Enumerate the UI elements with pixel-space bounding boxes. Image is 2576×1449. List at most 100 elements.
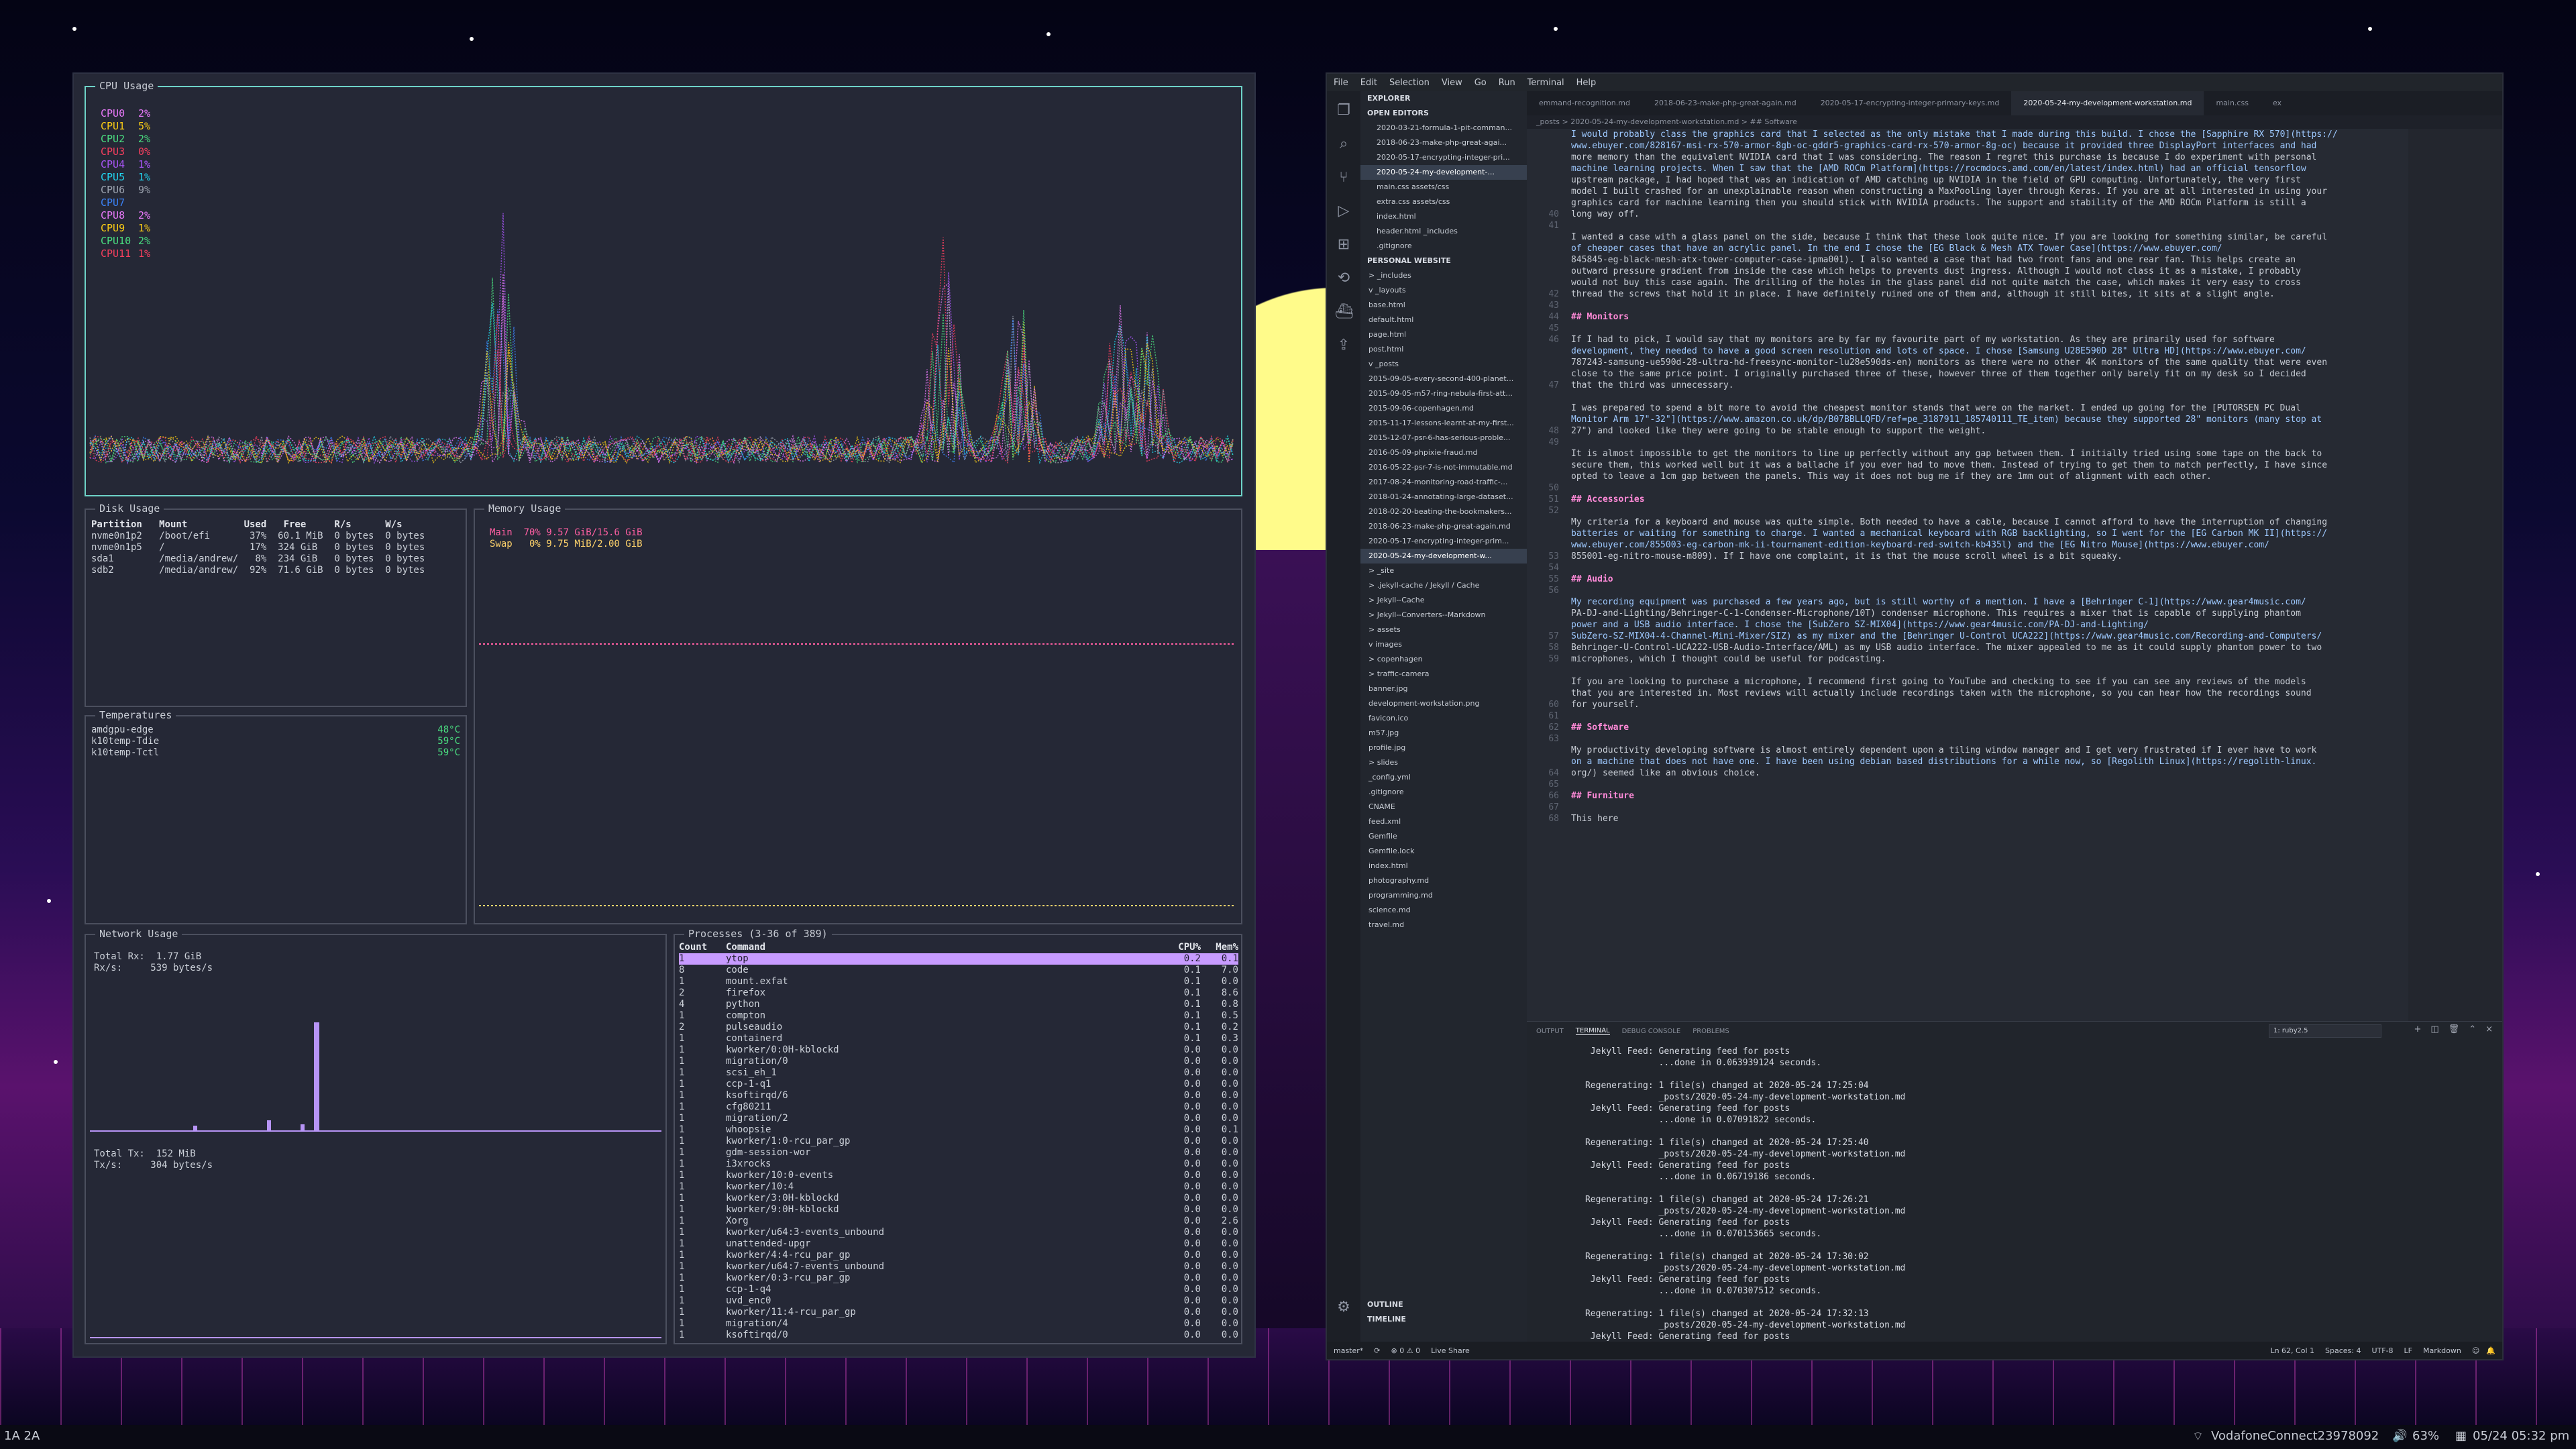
breadcrumb[interactable]: _posts > 2020-05-24-my-development-works… bbox=[1527, 115, 2502, 129]
menu-file[interactable]: File bbox=[1334, 78, 1348, 88]
process-row[interactable]: 1 kworker/u64:7-events_unbound 0.0 0.0 bbox=[679, 1261, 1238, 1273]
trash-icon[interactable]: 🗑 bbox=[2449, 1024, 2460, 1034]
process-row[interactable]: 1 whoopsie 0.0 0.1 bbox=[679, 1124, 1238, 1136]
open-editor-item[interactable]: .gitignore bbox=[1360, 239, 1527, 254]
panel-tab-problems[interactable]: PROBLEMS bbox=[1693, 1028, 1729, 1035]
extensions-icon[interactable]: ⊞ bbox=[1335, 236, 1352, 254]
open-editor-item[interactable]: extra.css assets/css bbox=[1360, 195, 1527, 209]
process-row[interactable]: 1 ksoftirqd/6 0.0 0.0 bbox=[679, 1090, 1238, 1102]
file-tree-item[interactable]: 2016-05-22-psr-7-is-not-immutable.md bbox=[1360, 460, 1527, 475]
process-row[interactable]: 1 scsi_eh_1 0.0 0.0 bbox=[679, 1067, 1238, 1079]
process-row[interactable]: 2 firefox 0.1 8.6 bbox=[679, 987, 1238, 999]
file-tree-item[interactable]: > assets bbox=[1360, 623, 1527, 637]
menu-help[interactable]: Help bbox=[1576, 78, 1597, 88]
process-row[interactable]: 1 kworker/0:0H-kblockd 0.0 0.0 bbox=[679, 1044, 1238, 1056]
file-tree-item[interactable]: 2015-09-05-every-second-400-planet... bbox=[1360, 372, 1527, 386]
editor-tab[interactable]: emmand-recognition.md bbox=[1527, 91, 1642, 115]
file-tree-item[interactable]: 2015-11-17-lessons-learnt-at-my-first... bbox=[1360, 416, 1527, 431]
new-terminal-icon[interactable]: + bbox=[2414, 1024, 2421, 1034]
process-row[interactable]: 1 ytop 0.2 0.1 bbox=[679, 953, 1238, 965]
process-row[interactable]: 1 ccp-1-q1 0.0 0.0 bbox=[679, 1079, 1238, 1090]
status-item[interactable]: Markdown bbox=[2423, 1346, 2461, 1355]
settings-gear-icon[interactable]: ⚙ bbox=[1335, 1299, 1352, 1316]
open-editor-item[interactable]: index.html bbox=[1360, 209, 1527, 224]
file-tree-item[interactable]: programming.md bbox=[1360, 888, 1527, 903]
open-editor-item[interactable]: main.css assets/css bbox=[1360, 180, 1527, 195]
docker-icon[interactable]: ⛴ bbox=[1335, 303, 1354, 321]
menu-selection[interactable]: Selection bbox=[1389, 78, 1430, 88]
process-row[interactable]: 1 kworker/u64:3-events_unbound 0.0 0.0 bbox=[679, 1227, 1238, 1238]
file-tree-item[interactable]: 2015-12-07-psr-6-has-serious-proble... bbox=[1360, 431, 1527, 445]
file-tree-item[interactable]: default.html bbox=[1360, 313, 1527, 327]
wifi-network[interactable]: VodafoneConnect23978092 bbox=[2211, 1429, 2379, 1443]
status-item[interactable]: UTF-8 bbox=[2371, 1346, 2393, 1355]
minimap[interactable] bbox=[2408, 129, 2502, 1021]
open-editor-item[interactable]: header.html _includes bbox=[1360, 224, 1527, 239]
file-tree-item[interactable]: favicon.ico bbox=[1360, 711, 1527, 726]
menu-go[interactable]: Go bbox=[1474, 78, 1487, 88]
process-row[interactable]: 8 code 0.1 7.0 bbox=[679, 965, 1238, 976]
notifications-bell-icon[interactable]: 🔔 bbox=[2486, 1346, 2496, 1355]
file-tree-item[interactable]: 2016-05-09-phpixie-fraud.md bbox=[1360, 445, 1527, 460]
panel-tab-output[interactable]: OUTPUT bbox=[1536, 1028, 1564, 1035]
workspace-indicator[interactable]: 1A 2A bbox=[4, 1429, 40, 1443]
menu-run[interactable]: Run bbox=[1499, 78, 1515, 88]
process-row[interactable]: 1 uvd_enc0 0.0 0.0 bbox=[679, 1295, 1238, 1307]
process-row[interactable]: 1 migration/4 0.0 0.0 bbox=[679, 1318, 1238, 1330]
process-row[interactable]: 1 mount.exfat 0.1 0.0 bbox=[679, 976, 1238, 987]
outline-header[interactable]: OUTLINE bbox=[1360, 1297, 1407, 1312]
file-tree-item[interactable]: index.html bbox=[1360, 859, 1527, 873]
process-row[interactable]: 1 ksoftirqd/0 0.0 0.0 bbox=[679, 1330, 1238, 1341]
file-tree-item[interactable]: 2018-01-24-annotating-large-dataset... bbox=[1360, 490, 1527, 504]
file-tree-item[interactable]: 2015-09-05-m57-ring-nebula-first-att... bbox=[1360, 386, 1527, 401]
process-row[interactable]: 1 kworker/3:0H-kblockd 0.0 0.0 bbox=[679, 1193, 1238, 1204]
file-tree-item[interactable]: _config.yml bbox=[1360, 770, 1527, 785]
open-editor-item[interactable]: 2020-05-17-encrypting-integer-pri... bbox=[1360, 150, 1527, 165]
file-tree-item[interactable]: > _includes bbox=[1360, 268, 1527, 283]
file-tree-item[interactable]: .gitignore bbox=[1360, 785, 1527, 800]
file-tree-item[interactable]: v _posts bbox=[1360, 357, 1527, 372]
open-editors-header[interactable]: OPEN EDITORS bbox=[1360, 106, 1527, 121]
file-tree-item[interactable]: 2020-05-17-encrypting-integer-prim... bbox=[1360, 534, 1527, 549]
file-tree-item[interactable]: post.html bbox=[1360, 342, 1527, 357]
status-item[interactable]: ⊗ 0 ⚠ 0 bbox=[1391, 1346, 1421, 1355]
process-row[interactable]: 4 python 0.1 0.8 bbox=[679, 999, 1238, 1010]
proc-col-count[interactable]: Count bbox=[679, 942, 726, 953]
status-item[interactable]: Live Share bbox=[1431, 1346, 1470, 1355]
file-tree-item[interactable]: 2015-09-06-copenhagen.md bbox=[1360, 401, 1527, 416]
file-tree-item[interactable]: > Jekyll--Converters--Markdown bbox=[1360, 608, 1527, 623]
editor-tab[interactable]: main.css bbox=[2204, 91, 2261, 115]
file-tree-item[interactable]: travel.md bbox=[1360, 918, 1527, 932]
status-item[interactable]: Ln 62, Col 1 bbox=[2270, 1346, 2314, 1355]
file-tree-item[interactable]: Gemfile.lock bbox=[1360, 844, 1527, 859]
file-tree-item[interactable]: 2017-08-24-monitoring-road-traffic-... bbox=[1360, 475, 1527, 490]
editor-tab[interactable]: 2020-05-17-encrypting-integer-primary-ke… bbox=[1809, 91, 2012, 115]
file-tree-item[interactable]: CNAME bbox=[1360, 800, 1527, 814]
panel-tab-terminal[interactable]: TERMINAL bbox=[1575, 1027, 1610, 1035]
remote-icon[interactable]: ⟲ bbox=[1335, 270, 1352, 287]
explorer-icon[interactable]: ❐ bbox=[1335, 102, 1352, 119]
proc-col-command[interactable]: Command bbox=[726, 942, 1165, 953]
process-row[interactable]: 1 kworker/0:3-rcu_par_gp 0.0 0.0 bbox=[679, 1273, 1238, 1284]
process-row[interactable]: 2 pulseaudio 0.1 0.2 bbox=[679, 1022, 1238, 1033]
proc-col-mem[interactable]: Mem% bbox=[1201, 942, 1238, 953]
menu-view[interactable]: View bbox=[1442, 78, 1462, 88]
terminal-select[interactable]: 1: ruby2.5 bbox=[2269, 1024, 2381, 1038]
file-tree-item[interactable]: > traffic-camera bbox=[1360, 667, 1527, 682]
file-tree-item[interactable]: m57.jpg bbox=[1360, 726, 1527, 741]
run-debug-icon[interactable]: ▷ bbox=[1335, 203, 1352, 220]
folder-header[interactable]: PERSONAL WEBSITE bbox=[1360, 254, 1527, 268]
file-tree-item[interactable]: page.html bbox=[1360, 327, 1527, 342]
feedback-icon[interactable]: ☺ bbox=[2472, 1346, 2479, 1355]
process-row[interactable]: 1 ccp-1-q4 0.0 0.0 bbox=[679, 1284, 1238, 1295]
status-item[interactable]: Spaces: 4 bbox=[2325, 1346, 2361, 1355]
process-row[interactable]: 1 cfg80211 0.0 0.0 bbox=[679, 1102, 1238, 1113]
file-tree-item[interactable]: > _site bbox=[1360, 564, 1527, 578]
open-editor-item[interactable]: 2018-06-23-make-php-great-agai... bbox=[1360, 136, 1527, 150]
file-tree-item[interactable]: > slides bbox=[1360, 755, 1527, 770]
file-tree-item[interactable]: v _layouts bbox=[1360, 283, 1527, 298]
file-tree-item[interactable]: > Jekyll--Cache bbox=[1360, 593, 1527, 608]
status-item[interactable]: ⟳ bbox=[1374, 1346, 1380, 1355]
panel-tab-debug-console[interactable]: DEBUG CONSOLE bbox=[1622, 1028, 1681, 1035]
file-tree-item[interactable]: 2018-02-20-beating-the-bookmakers... bbox=[1360, 504, 1527, 519]
